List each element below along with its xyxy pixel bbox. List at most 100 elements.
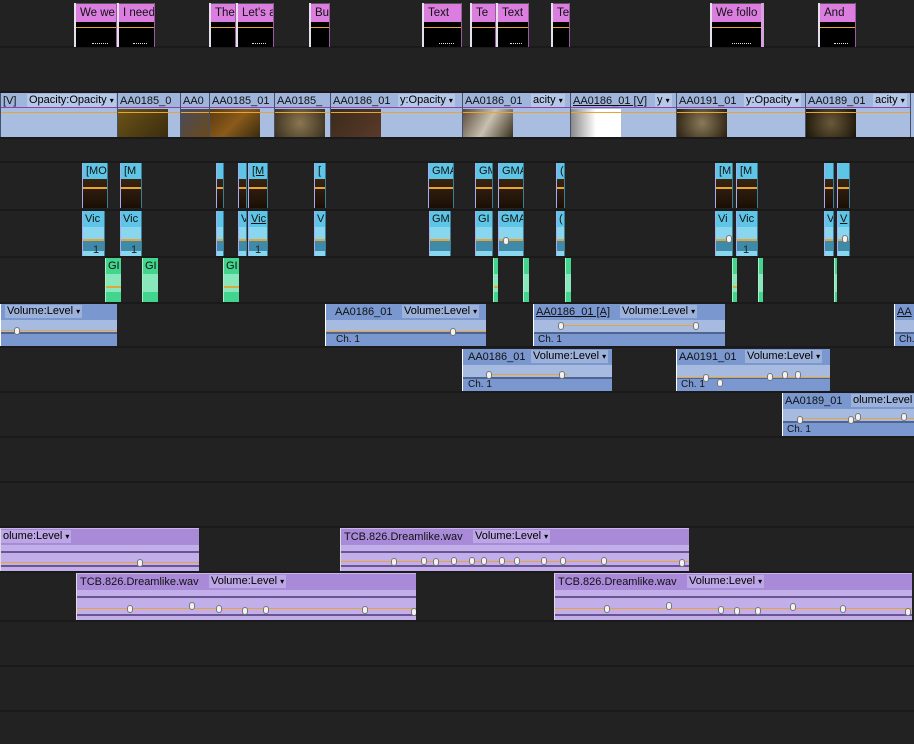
keyframe[interactable] [797, 416, 803, 424]
video-clip[interactable]: AA0185_0 [117, 93, 180, 137]
keyframe[interactable] [693, 322, 699, 330]
keyframe[interactable] [450, 328, 456, 336]
keyframe[interactable] [905, 608, 911, 616]
opacity-dropdown[interactable]: y:Opacity ▾ [744, 94, 801, 107]
title-clip[interactable]: I need [117, 3, 155, 47]
keyframe[interactable] [901, 413, 907, 421]
video-clip[interactable] [910, 93, 914, 137]
opacity-dropdown[interactable]: y ▾ [655, 94, 672, 107]
keyframe[interactable] [503, 237, 509, 245]
keyframe[interactable] [451, 557, 457, 565]
keyframe[interactable] [391, 558, 397, 566]
audio-clip[interactable]: AA0189_01 olume:Level Ch. 1 [782, 393, 914, 436]
broll-audio-clip[interactable]: Vic 1 [120, 211, 142, 256]
audio-clip[interactable]: AA0186_01 Volume:Level ▾ Ch. 1 [325, 304, 486, 346]
volume-dropdown[interactable]: Volume:Level ▾ [531, 350, 609, 363]
keyframe[interactable] [601, 557, 607, 565]
keyframe[interactable] [560, 557, 566, 565]
title-clip[interactable]: Text [422, 3, 462, 47]
broll-audio-clip[interactable]: Vic 1 [248, 211, 268, 256]
keyframe[interactable] [137, 559, 143, 567]
keyframe[interactable] [421, 557, 427, 565]
music-clip[interactable]: olume:Level ▾ [0, 528, 199, 571]
broll-audio-clip[interactable]: ( [556, 211, 565, 256]
title-clip[interactable]: Te [551, 3, 570, 47]
volume-dropdown[interactable]: Volume:Level ▾ [745, 350, 823, 363]
volume-dropdown[interactable]: Volume:Level ▾ [209, 575, 287, 588]
broll-clip[interactable]: [M [736, 163, 758, 208]
broll-clip[interactable] [216, 163, 224, 208]
keyframe[interactable] [127, 605, 133, 613]
broll-audio-clip[interactable]: V [238, 211, 247, 256]
keyframe[interactable] [486, 371, 492, 379]
broll-audio-clip[interactable]: V [314, 211, 326, 256]
graphics-clip[interactable]: GI [142, 258, 158, 302]
keyframe[interactable] [726, 235, 732, 243]
music-clip[interactable]: TCB.826.Dreamlike.wav Volume:Level ▾ [340, 528, 689, 571]
keyframe[interactable] [242, 607, 248, 615]
keyframe[interactable] [559, 371, 565, 379]
opacity-dropdown[interactable]: acity ▾ [531, 94, 565, 107]
keyframe[interactable] [216, 605, 222, 613]
video-clip[interactable]: [V] Opacity:Opacity ▾ [0, 93, 117, 137]
video-clip[interactable]: AA0186_01 acity ▾ [462, 93, 570, 137]
video-clip[interactable]: AA0186_01 y:Opacity ▾ [330, 93, 462, 137]
broll-audio-clip[interactable]: GM [429, 211, 451, 256]
keyframe[interactable] [790, 603, 796, 611]
keyframe[interactable] [14, 327, 20, 335]
broll-clip[interactable]: [M [248, 163, 268, 208]
audio-clip[interactable]: AA Ch. [894, 304, 914, 346]
keyframe[interactable] [767, 373, 773, 381]
video-clip[interactable]: AA0191_01 y:Opacity ▾ [676, 93, 805, 137]
keyframe[interactable] [855, 413, 861, 421]
title-clip[interactable]: And [818, 3, 856, 47]
broll-audio-clip[interactable]: V [837, 211, 850, 256]
keyframe[interactable] [469, 557, 475, 565]
audio-clip[interactable]: AA0186_01 [A] Volume:Level ▾ Ch. 1 [533, 304, 725, 346]
keyframe[interactable] [782, 371, 788, 379]
keyframe[interactable] [842, 235, 848, 243]
music-clip[interactable]: TCB.826.Dreamlike.wav Volume:Level ▾ [554, 573, 912, 620]
graphics-clip[interactable] [732, 258, 737, 302]
keyframe[interactable] [679, 559, 685, 567]
graphics-clip[interactable] [834, 258, 837, 302]
graphics-clip[interactable] [758, 258, 763, 302]
broll-clip[interactable]: [ [314, 163, 326, 208]
keyframe[interactable] [189, 602, 195, 610]
volume-dropdown[interactable]: Volume:Level ▾ [687, 575, 765, 588]
keyframe[interactable] [411, 608, 416, 616]
title-clip[interactable]: We we [74, 3, 117, 47]
title-clip[interactable]: We follo [710, 3, 764, 47]
broll-audio-clip[interactable] [216, 211, 224, 256]
broll-clip[interactable]: [M [715, 163, 733, 208]
broll-clip[interactable] [824, 163, 834, 208]
graphics-clip[interactable] [565, 258, 571, 302]
opacity-dropdown[interactable]: y:Opacity ▾ [398, 94, 455, 107]
graphics-clip[interactable]: GI [105, 258, 121, 302]
volume-dropdown[interactable]: Volume:Level ▾ [620, 305, 698, 318]
keyframe[interactable] [481, 557, 487, 565]
broll-clip[interactable] [238, 163, 247, 208]
keyframe[interactable] [558, 322, 564, 330]
keyframe[interactable] [604, 605, 610, 613]
broll-audio-clip[interactable]: GMA [498, 211, 524, 256]
broll-clip[interactable]: [MO [82, 163, 108, 208]
title-clip[interactable]: Bu [309, 3, 330, 47]
broll-clip[interactable] [837, 163, 850, 208]
audio-clip[interactable]: AA0191_01 Volume:Level ▾ Ch. 1 [676, 349, 830, 391]
video-clip[interactable]: AA0185_01 [209, 93, 274, 137]
keyframe[interactable] [717, 379, 723, 387]
graphics-clip[interactable] [493, 258, 498, 302]
graphics-clip[interactable]: GI [223, 258, 239, 302]
broll-audio-clip[interactable]: Vic 1 [736, 211, 758, 256]
broll-clip[interactable]: GMA [428, 163, 454, 208]
broll-audio-clip[interactable]: V [824, 211, 834, 256]
broll-clip[interactable]: [M [120, 163, 142, 208]
title-clip[interactable]: The [209, 3, 236, 47]
video-clip[interactable]: AA0 [180, 93, 209, 137]
volume-dropdown[interactable]: olume:Level ▾ [1, 530, 72, 543]
broll-clip[interactable]: GMA [498, 163, 524, 208]
title-clip[interactable]: Let's a [236, 3, 274, 47]
video-clip[interactable]: AA0185_ [274, 93, 330, 137]
keyframe[interactable] [848, 416, 854, 424]
